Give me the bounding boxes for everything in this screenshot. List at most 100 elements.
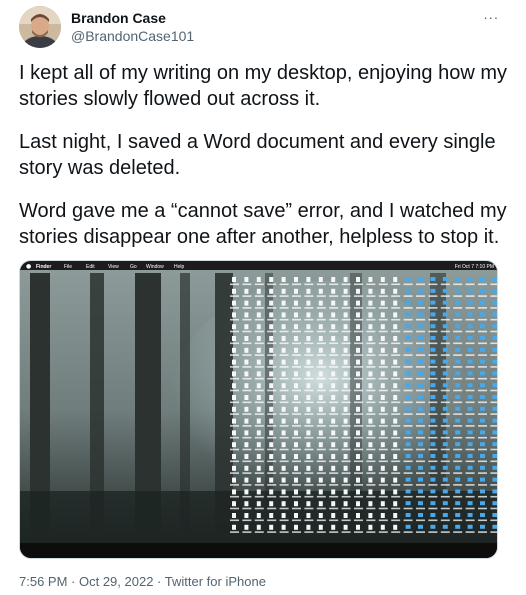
document-icon (306, 430, 311, 436)
file-label (391, 366, 401, 368)
folder-icon (480, 489, 485, 494)
document-icon (294, 277, 298, 282)
folder-icon (405, 359, 411, 364)
file-label (490, 318, 497, 321)
file-label (391, 495, 401, 498)
display-name[interactable]: Brandon Case (71, 10, 166, 26)
file-label (279, 318, 289, 321)
file-label (316, 295, 326, 297)
document-icon (244, 418, 249, 424)
file-label (440, 354, 450, 356)
folder-icon (455, 524, 461, 529)
folder-icon (442, 406, 448, 411)
file-label (478, 472, 487, 474)
document-icon (343, 395, 348, 400)
document-icon (368, 477, 373, 483)
tweet-date[interactable]: Oct 29, 2022 (79, 574, 153, 589)
file-label (416, 401, 425, 404)
tweet-time[interactable]: 7:56 PM (19, 574, 67, 589)
document-icon (356, 383, 360, 389)
document-icon (331, 324, 336, 330)
document-icon (368, 359, 373, 365)
document-icon (256, 300, 261, 306)
document-icon (368, 347, 373, 353)
document-icon (281, 324, 286, 330)
folder-icon (467, 336, 473, 340)
folder-icon (405, 406, 411, 411)
document-icon (281, 513, 286, 518)
folder-icon (492, 477, 497, 482)
file-label (416, 318, 425, 321)
folder-icon (480, 442, 485, 447)
user-handle[interactable]: @BrandonCase101 (71, 28, 194, 44)
document-icon (232, 430, 236, 436)
document-icon (368, 288, 373, 294)
document-icon (256, 277, 261, 282)
file-label (428, 307, 438, 309)
folder-icon (480, 347, 485, 352)
tweet-source[interactable]: Twitter for iPhone (165, 574, 266, 589)
tweet-media-image[interactable]: ● Finder File Edit View Go Window Help Fri Oct… (19, 260, 498, 559)
document-icon (343, 501, 348, 507)
file-label (304, 519, 314, 522)
folder-icon (418, 513, 423, 517)
document-icon (306, 524, 311, 530)
folder-icon (405, 430, 411, 435)
document-icon (232, 477, 236, 483)
folder-icon (405, 324, 411, 329)
document-icon (331, 442, 336, 448)
file-label (304, 448, 314, 451)
folder-icon (480, 336, 485, 340)
file-label (403, 377, 413, 380)
file-label (403, 401, 413, 404)
file-label (378, 425, 388, 427)
file-label (354, 354, 363, 356)
document-icon (294, 347, 298, 353)
document-icon (356, 347, 360, 353)
document-icon (281, 442, 286, 448)
file-label (267, 495, 277, 498)
document-icon (269, 359, 274, 365)
document-icon (380, 477, 385, 483)
file-label (403, 460, 413, 463)
document-icon (269, 300, 274, 306)
file-label (316, 330, 326, 333)
file-label (341, 484, 351, 486)
file-label (304, 425, 314, 427)
file-label (242, 354, 252, 356)
file-label (490, 354, 497, 356)
file-label (416, 507, 425, 510)
document-icon (306, 324, 311, 330)
file-label (428, 318, 438, 321)
file-label (428, 425, 438, 427)
document-icon (356, 501, 360, 507)
document-icon (380, 359, 385, 365)
file-label (403, 330, 413, 333)
file-label (366, 401, 376, 404)
file-label (440, 436, 450, 439)
document-icon (343, 477, 348, 483)
folder-icon (442, 359, 448, 364)
folder-icon (405, 454, 411, 458)
document-icon (306, 489, 311, 495)
file-label (453, 425, 463, 427)
file-label (366, 307, 376, 309)
document-icon (306, 383, 311, 389)
document-icon (281, 489, 286, 495)
document-icon (306, 477, 311, 483)
file-label (329, 342, 339, 345)
folder-icon (467, 454, 473, 458)
file-label (304, 495, 314, 498)
file-label (267, 507, 277, 510)
file-label (453, 495, 463, 498)
file-label (316, 318, 326, 321)
folder-icon (455, 359, 461, 364)
file-label (378, 354, 388, 356)
file-label (329, 472, 339, 474)
avatar[interactable] (19, 6, 61, 48)
file-label (453, 389, 463, 392)
file-label (254, 283, 264, 286)
file-label (329, 377, 339, 380)
document-icon (256, 430, 261, 436)
more-options-button[interactable]: ··· (481, 10, 501, 24)
